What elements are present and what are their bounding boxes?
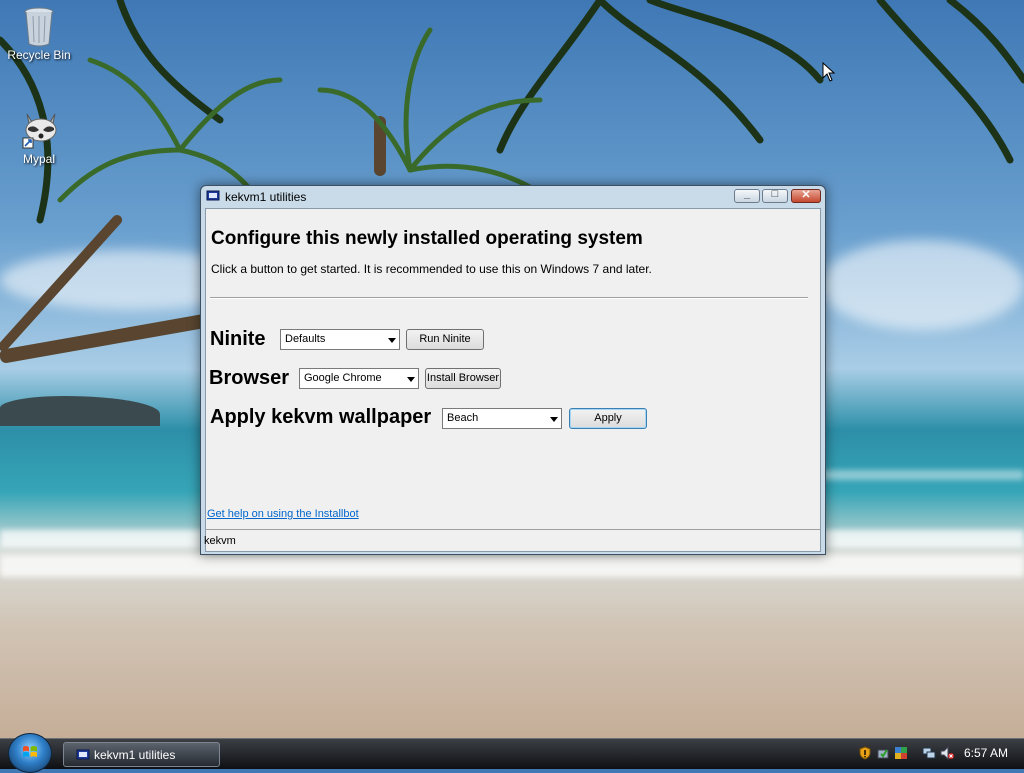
network-icon[interactable] xyxy=(922,746,936,760)
safely-remove-icon[interactable] xyxy=(876,746,890,760)
minimize-icon: _ xyxy=(743,188,751,200)
mypal-raccoon-icon xyxy=(21,108,57,149)
status-text: kekvm xyxy=(204,535,236,547)
clock[interactable]: 6:57 AM xyxy=(964,746,1008,760)
chevron-down-icon xyxy=(388,338,396,343)
window-client-area: Configure this newly installed operating… xyxy=(204,208,821,552)
browser-select[interactable]: Google Chrome xyxy=(299,368,419,389)
volume-muted-icon[interactable] xyxy=(940,746,954,760)
desktop-icon-mypal[interactable]: Mypal xyxy=(1,108,77,166)
network-flag-icon[interactable] xyxy=(894,746,908,760)
wallpaper-select[interactable]: Beach xyxy=(442,408,562,429)
recycle-bin-icon xyxy=(21,4,57,47)
chevron-down-icon xyxy=(407,377,415,382)
maximize-button[interactable]: □ xyxy=(762,188,788,203)
close-icon: ✕ xyxy=(801,189,811,201)
help-link[interactable]: Get help on using the Installbot xyxy=(207,508,359,520)
desktop-icon-recycle-bin[interactable]: Recycle Bin xyxy=(1,4,77,62)
wallpaper-label: Apply kekvm wallpaper xyxy=(210,406,432,428)
mouse-cursor-icon xyxy=(822,62,836,82)
window-titlebar[interactable]: kekvm1 utilities _ □ ✕ xyxy=(201,186,825,208)
security-shield-icon[interactable] xyxy=(858,746,872,760)
system-tray: 6:57 AM xyxy=(852,739,1024,769)
status-bar: kekvm xyxy=(204,529,820,552)
taskbar-item-label: kekvm1 utilities xyxy=(94,748,176,762)
install-browser-button[interactable]: Install Browser xyxy=(425,368,501,389)
app-window-icon xyxy=(76,749,90,760)
ninite-label: Ninite xyxy=(210,328,266,350)
desktop-icon-label: Recycle Bin xyxy=(7,48,71,62)
minimize-button[interactable]: _ xyxy=(734,188,760,203)
ninite-preset-value: Defaults xyxy=(285,333,326,345)
start-button[interactable] xyxy=(8,733,52,773)
browser-value: Google Chrome xyxy=(304,372,382,384)
taskbar: kekvm1 utilities 6:57 AM xyxy=(0,733,1024,773)
app-window-icon xyxy=(206,190,220,201)
divider xyxy=(210,297,808,299)
wallpaper-value: Beach xyxy=(447,412,479,424)
taskbar-item-kekvm1-utilities[interactable]: kekvm1 utilities xyxy=(63,742,220,767)
page-title: Configure this newly installed operating… xyxy=(211,228,643,249)
app-window: kekvm1 utilities _ □ ✕ Configure this ne… xyxy=(200,185,826,555)
browser-label: Browser xyxy=(209,367,290,389)
window-title: kekvm1 utilities xyxy=(225,190,307,204)
windows-logo-icon xyxy=(23,746,37,757)
desktop-icon-label: Mypal xyxy=(22,152,55,166)
ninite-preset-select[interactable]: Defaults xyxy=(280,329,400,350)
apply-wallpaper-button[interactable]: Apply xyxy=(569,408,647,429)
run-ninite-button[interactable]: Run Ninite xyxy=(406,329,484,350)
instructions-text: Click a button to get started. It is rec… xyxy=(211,262,652,276)
chevron-down-icon xyxy=(550,417,558,422)
close-button[interactable]: ✕ xyxy=(791,189,821,203)
maximize-icon: □ xyxy=(771,188,779,200)
